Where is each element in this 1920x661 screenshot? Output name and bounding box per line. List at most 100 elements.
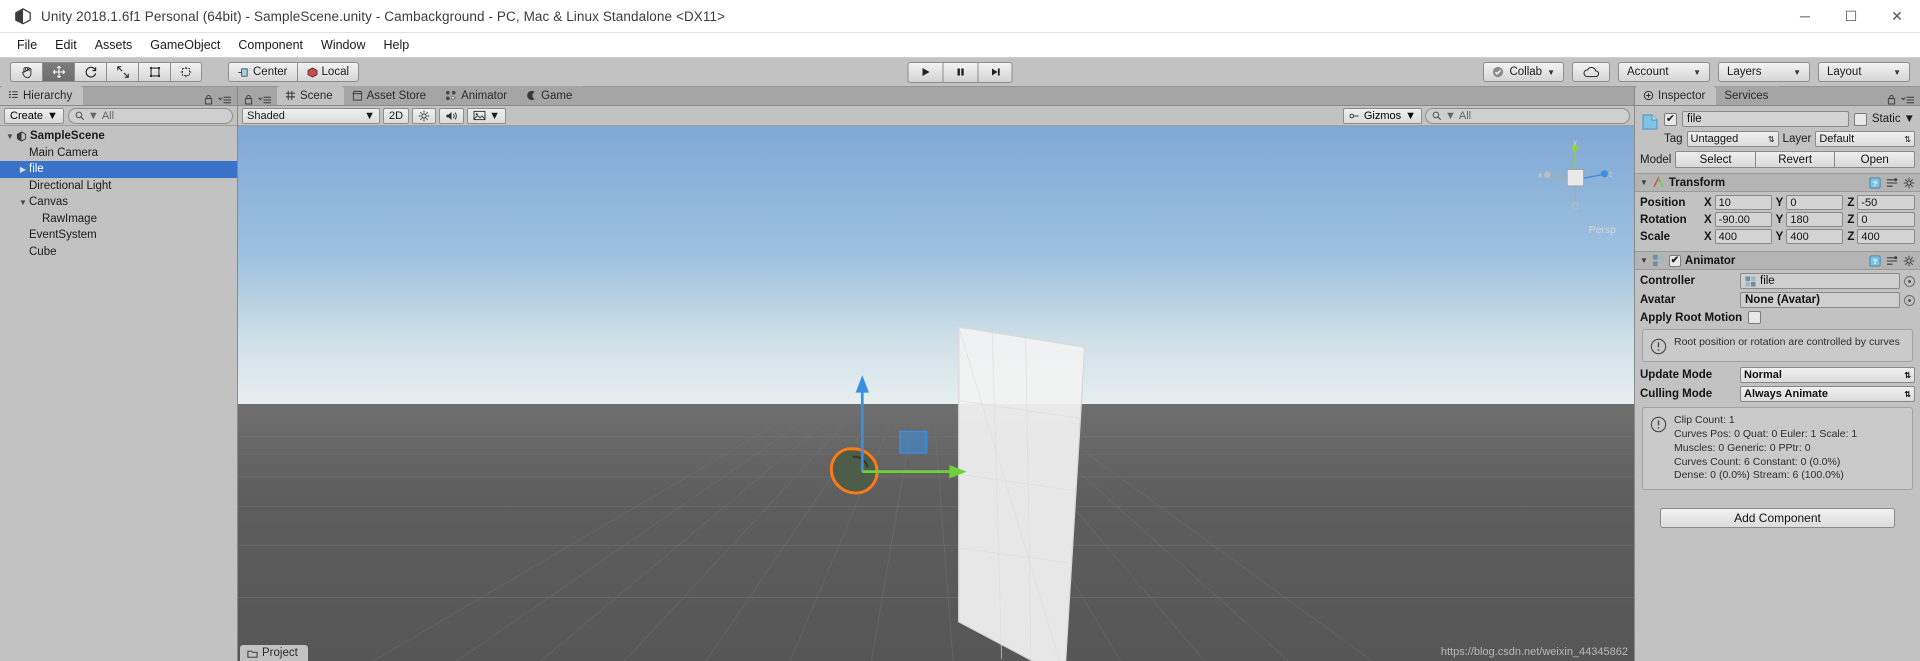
controller-object-field[interactable]: file <box>1740 273 1900 289</box>
menu-edit[interactable]: Edit <box>46 35 86 55</box>
minimize-button[interactable]: ─ <box>1782 0 1828 33</box>
foldout-arrow-icon[interactable]: ▼ <box>1640 178 1648 187</box>
hand-tool-button[interactable] <box>10 62 42 82</box>
gameobject-name-input[interactable]: file <box>1682 111 1849 127</box>
transform-rotation-z-input[interactable]: 0 <box>1857 212 1916 227</box>
hierarchy-item-main-camera[interactable]: ▶Main Camera <box>0 145 237 162</box>
hierarchy-item-file[interactable]: ▶ file <box>0 161 237 178</box>
foldout-arrow-icon[interactable]: ▼ <box>17 198 29 207</box>
lighting-toggle-button[interactable] <box>412 107 437 124</box>
pause-button[interactable] <box>942 61 978 83</box>
space-mode-button[interactable]: Local <box>296 62 360 82</box>
close-button[interactable]: ✕ <box>1874 0 1920 33</box>
scene-search-input[interactable]: ▼ All <box>1425 107 1630 124</box>
play-button[interactable] <box>907 61 943 83</box>
lock-icon[interactable] <box>204 94 213 105</box>
gizmos-button[interactable]: Gizmos ▼ <box>1342 107 1422 124</box>
transform-scale-x-input[interactable]: 400 <box>1714 229 1772 244</box>
menu-window[interactable]: Window <box>312 35 374 55</box>
animator-component-header[interactable]: ▼ ✔ Animator ? <box>1635 251 1920 270</box>
hierarchy-item-cube[interactable]: ▶Cube <box>0 244 237 261</box>
add-component-button[interactable]: Add Component <box>1660 508 1895 529</box>
step-button[interactable] <box>977 61 1013 83</box>
hierarchy-item-eventsystem[interactable]: ▶EventSystem <box>0 227 237 244</box>
animator-enabled-checkbox[interactable]: ✔ <box>1668 254 1681 267</box>
apply-root-motion-checkbox[interactable] <box>1748 311 1762 324</box>
create-button[interactable]: Create ▼ <box>4 107 64 124</box>
move-tool-button[interactable] <box>42 62 74 82</box>
gear-icon[interactable] <box>1903 255 1915 267</box>
tab-inspector[interactable]: Inspector <box>1635 86 1717 105</box>
menu-file[interactable]: File <box>8 35 46 55</box>
model-revert-button[interactable]: Revert <box>1754 151 1835 168</box>
transform-scale-z-input[interactable]: 400 <box>1857 229 1916 244</box>
foldout-arrow-icon[interactable]: ▼ <box>4 132 16 141</box>
transform-position-y-input[interactable]: 0 <box>1786 195 1844 210</box>
lock-icon[interactable] <box>1887 94 1896 105</box>
maximize-button[interactable]: ☐ <box>1828 0 1874 33</box>
static-dropdown[interactable]: Static ▼ <box>1872 113 1915 125</box>
gameobject-enabled-checkbox[interactable]: ✔ <box>1664 112 1677 126</box>
draw-mode-dropdown[interactable]: Shaded ▼ <box>242 107 380 124</box>
hierarchy-item-directional-light[interactable]: ▶Directional Light <box>0 178 237 195</box>
hierarchy-search-input[interactable]: ▼ All <box>67 107 233 124</box>
transform-scale-y-input[interactable]: 400 <box>1786 229 1844 244</box>
menu-help[interactable]: Help <box>374 35 418 55</box>
panel-menu-icon[interactable] <box>258 95 271 105</box>
rotate-tool-button[interactable] <box>74 62 106 82</box>
help-icon[interactable]: ? <box>1869 254 1881 267</box>
audio-toggle-button[interactable] <box>439 107 465 124</box>
culling-mode-dropdown[interactable]: Always Animate ⇅ <box>1740 386 1915 402</box>
2d-toggle-button[interactable]: 2D <box>383 107 410 124</box>
hierarchy-item-samplescene[interactable]: ▼ SampleScene <box>0 128 237 145</box>
collab-button[interactable]: Collab ▼ <box>1483 62 1564 82</box>
avatar-object-field[interactable]: None (Avatar) <box>1740 292 1900 308</box>
tab-asset-store[interactable]: Asset Store <box>343 86 438 105</box>
avatar-picker-button[interactable] <box>1904 294 1915 306</box>
hierarchy-item-canvas[interactable]: ▼ Canvas <box>0 194 237 211</box>
controller-picker-button[interactable] <box>1904 275 1915 287</box>
lock-icon[interactable] <box>244 94 253 105</box>
model-open-button[interactable]: Open <box>1834 151 1916 168</box>
layout-button[interactable]: Layout ▼ <box>1818 62 1910 82</box>
foldout-arrow-icon[interactable]: ▶ <box>17 165 29 174</box>
layers-button[interactable]: Layers ▼ <box>1718 62 1810 82</box>
pivot-mode-button[interactable]: Center <box>228 62 297 82</box>
transform-tool-button[interactable] <box>170 62 202 82</box>
tab-services[interactable]: Services <box>1716 86 1780 105</box>
layer-dropdown[interactable]: Default ⇅ <box>1815 131 1915 147</box>
help-icon[interactable]: ? <box>1869 176 1881 189</box>
rect-tool-button[interactable] <box>138 62 170 82</box>
preset-icon[interactable] <box>1886 255 1898 267</box>
menu-gameobject[interactable]: GameObject <box>141 35 229 55</box>
tab-game[interactable]: Game <box>518 86 584 105</box>
transform-rotation-y-input[interactable]: 180 <box>1786 212 1844 227</box>
panel-menu-icon[interactable] <box>1901 95 1914 105</box>
tab-animator[interactable]: Animator <box>437 86 519 105</box>
scene-view-axis-gizmo[interactable]: y z x <box>1536 140 1614 218</box>
transform-rotation-x-input[interactable]: -90.00 <box>1714 212 1772 227</box>
update-mode-dropdown[interactable]: Normal ⇅ <box>1740 367 1915 383</box>
preset-icon[interactable] <box>1886 177 1898 189</box>
effects-dropdown-button[interactable]: ▼ <box>467 107 506 124</box>
cloud-button[interactable] <box>1572 62 1610 82</box>
menu-component[interactable]: Component <box>229 35 312 55</box>
account-button[interactable]: Account ▼ <box>1618 62 1710 82</box>
foldout-arrow-icon[interactable]: ▼ <box>1640 256 1648 265</box>
transform-position-z-input[interactable]: -50 <box>1857 195 1916 210</box>
tab-hierarchy[interactable]: Hierarchy <box>0 86 84 105</box>
transform-position-x-input[interactable]: 10 <box>1714 195 1772 210</box>
static-checkbox[interactable] <box>1853 112 1867 126</box>
model-select-button[interactable]: Select <box>1675 151 1755 168</box>
tab-project[interactable]: Project <box>240 645 308 661</box>
transform-component-header[interactable]: ▼ Transform ? <box>1635 173 1920 192</box>
scale-tool-button[interactable] <box>106 62 138 82</box>
hierarchy-item-rawimage[interactable]: ▶RawImage <box>0 211 237 228</box>
gear-icon[interactable] <box>1903 177 1915 189</box>
tab-scene[interactable]: Scene <box>277 86 344 105</box>
hierarchy-list[interactable]: ▼SampleScene▶Main Camera▶file▶Directiona… <box>0 126 237 661</box>
scene-viewport[interactable]: y z x Persp Project https://blog.csdn.ne… <box>238 126 1634 661</box>
menu-assets[interactable]: Assets <box>86 35 142 55</box>
tag-dropdown[interactable]: Untagged ⇅ <box>1686 131 1779 147</box>
panel-menu-icon[interactable] <box>218 95 231 105</box>
